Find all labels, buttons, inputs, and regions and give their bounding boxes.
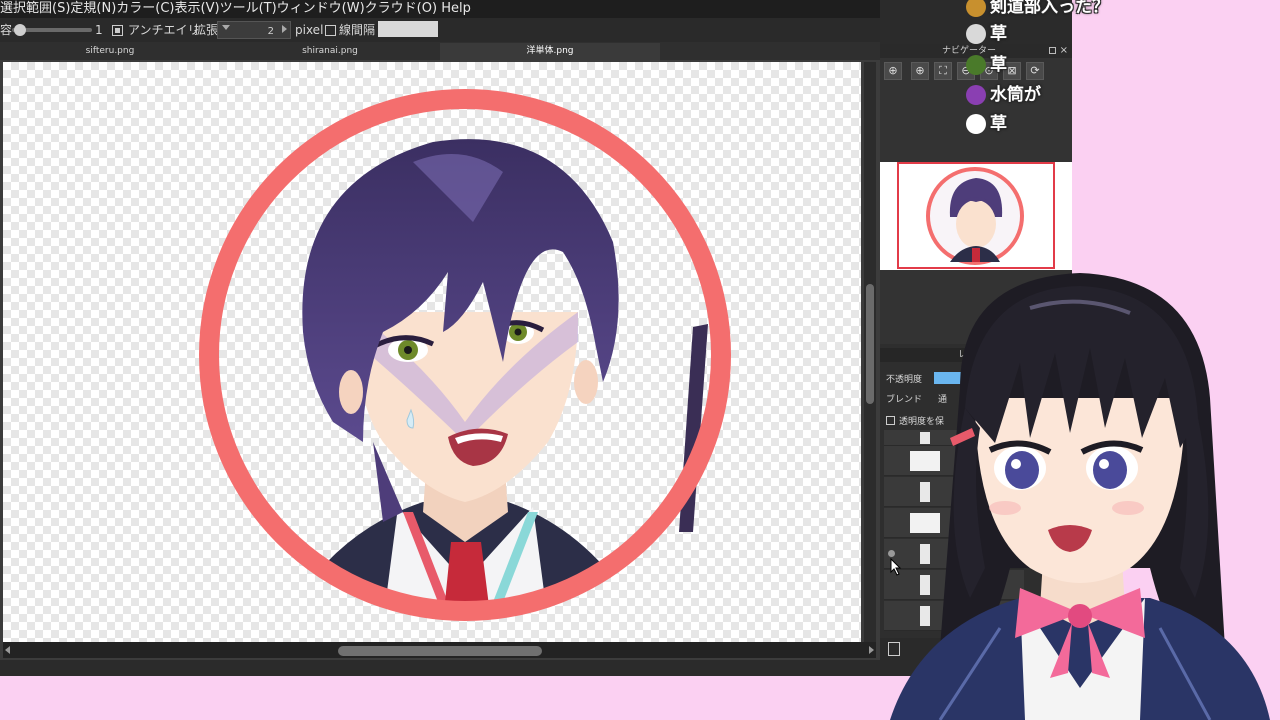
- slider-knob[interactable]: [14, 24, 26, 36]
- tool-options-bar: 容 1 アンチエイリ 拡張 2 pixel 線間隔: [0, 18, 880, 42]
- spinner-arrow-icon[interactable]: [282, 25, 287, 33]
- tab-active-image[interactable]: 洋単体.png: [440, 43, 660, 60]
- menu-selection[interactable]: 選択範囲(S): [0, 0, 70, 18]
- chat-avatar-icon: [966, 114, 986, 134]
- color-swatch[interactable]: [378, 21, 438, 37]
- menu-bar: 選択範囲(S)定規(N)カラー(C)表示(V)ツール(T)ウィンドウ(W)クラウ…: [0, 0, 880, 18]
- chat-text: 草: [990, 24, 1007, 44]
- expand-spinner[interactable]: 2: [217, 21, 291, 39]
- tab-shiranai[interactable]: shiranai.png: [220, 43, 440, 60]
- chat-avatar-icon: [966, 85, 986, 105]
- scroll-left-icon[interactable]: [5, 646, 10, 654]
- chat-text: 水筒が: [990, 85, 1041, 105]
- menu-help[interactable]: Help: [441, 0, 471, 18]
- menu-color[interactable]: カラー(C): [116, 0, 174, 18]
- drawing-canvas[interactable]: [3, 62, 861, 642]
- vertical-scroll-thumb[interactable]: [866, 284, 874, 404]
- chat-text: 草: [990, 55, 1007, 75]
- expand-value: 2: [267, 26, 274, 37]
- antialias-checkbox[interactable]: [112, 25, 123, 36]
- zoom-in-icon[interactable]: ⊕: [911, 62, 929, 80]
- document-tabs: sifteru.png shiranai.png 洋単体.png: [0, 42, 880, 60]
- fit-icon[interactable]: ⛶: [934, 62, 952, 80]
- menu-view[interactable]: 表示(V): [175, 0, 220, 18]
- horizontal-scroll-thumb[interactable]: [338, 646, 542, 656]
- chat-text: 剣道部入った？: [990, 0, 1109, 17]
- horizontal-scrollbar[interactable]: [3, 642, 876, 658]
- expand-label: 拡張: [194, 23, 219, 37]
- brush-size-slider[interactable]: [12, 24, 92, 36]
- navigator-preview[interactable]: [880, 162, 1072, 270]
- brush-size-value: 1: [95, 23, 103, 37]
- line-spacing-checkbox[interactable]: [325, 25, 336, 36]
- menu-cloud[interactable]: クラウド(O): [365, 0, 437, 18]
- zoom-icon[interactable]: ⊕: [884, 62, 902, 80]
- menu-ruler[interactable]: 定規(N): [70, 0, 116, 18]
- chat-avatar-icon: [966, 0, 986, 17]
- viewport-indicator[interactable]: [897, 162, 1055, 269]
- menu-window[interactable]: ウィンドウ(W): [277, 0, 365, 18]
- chat-text: 草: [990, 114, 1007, 134]
- vertical-scrollbar[interactable]: [864, 62, 876, 642]
- antialias-label: アンチエイリ: [128, 23, 200, 37]
- scroll-right-icon[interactable]: [869, 646, 874, 654]
- chat-avatar-icon: [966, 24, 986, 44]
- tolerance-label: 容: [0, 23, 13, 37]
- menu-tool[interactable]: ツール(T): [220, 0, 277, 18]
- tab-sifteru[interactable]: sifteru.png: [0, 43, 220, 60]
- line-spacing-label: 線間隔: [339, 23, 376, 37]
- streamer-avatar: [890, 273, 1270, 720]
- chat-overlay: 剣道部入った？ 草 草 水筒が 草: [962, 0, 1162, 150]
- canvas-frame: [0, 60, 880, 660]
- chat-avatar-icon: [966, 55, 986, 75]
- unit-label: pixel: [295, 23, 324, 37]
- dropdown-arrow-icon[interactable]: [222, 25, 230, 30]
- character-illustration: [199, 89, 731, 621]
- mouse-cursor-icon: [890, 558, 902, 576]
